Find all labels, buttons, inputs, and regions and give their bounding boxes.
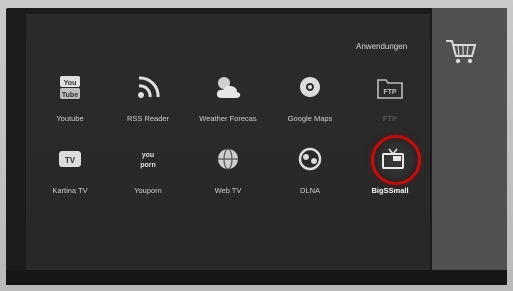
weather-icon	[212, 74, 244, 102]
app-label: Weather Forecas	[199, 114, 257, 123]
app-label: Youtube	[56, 114, 84, 123]
web-tv-icon	[212, 146, 244, 174]
section-title: Anwendungen	[356, 42, 408, 51]
dlna-icon	[294, 146, 326, 174]
app-label: Kartina TV	[52, 186, 88, 195]
rss-icon	[132, 74, 164, 102]
svg-text:FTP: FTP	[383, 89, 397, 96]
svg-text:You: You	[64, 80, 77, 87]
app-label: Web TV	[214, 186, 242, 195]
app-youporn[interactable]: you porn Youporn	[108, 146, 188, 206]
shopping-cart-icon[interactable]	[444, 36, 478, 66]
app-label: Google Maps	[287, 114, 333, 123]
svg-text:porn: porn	[140, 162, 156, 169]
app-label: BigSSmall	[371, 186, 409, 195]
app-label: DLNA	[299, 186, 320, 195]
svg-text:Tube: Tube	[62, 92, 78, 99]
bottom-strip	[6, 270, 507, 285]
app-youtube[interactable]: You Tube Youtube	[30, 74, 110, 134]
youtube-icon: You Tube	[54, 74, 86, 102]
app-label: RSS Reader	[126, 114, 170, 123]
ftp-folder-icon: FTP	[374, 74, 406, 102]
svg-text:TV: TV	[65, 156, 76, 165]
app-google-maps[interactable]: Google Maps	[270, 74, 350, 134]
app-kartina-tv[interactable]: TV Kartina TV	[30, 146, 110, 206]
app-dlna[interactable]: DLNA	[270, 146, 350, 206]
app-label: FTP	[382, 114, 398, 123]
globe-icon	[294, 74, 326, 102]
youporn-icon: you porn	[132, 146, 164, 174]
app-web-tv[interactable]: Web TV	[188, 146, 268, 206]
tv-icon: TV	[54, 146, 86, 174]
app-rss-reader[interactable]: RSS Reader	[108, 74, 188, 134]
app-ftp[interactable]: FTP FTP	[350, 74, 430, 134]
apps-menu-panel	[26, 14, 430, 270]
app-bigssmall[interactable]: BigSSmall	[350, 135, 430, 206]
app-label: Youporn	[134, 186, 162, 195]
svg-text:you: you	[142, 152, 154, 159]
tv-screen-icon	[377, 146, 409, 174]
app-weather-forecast[interactable]: Weather Forecas	[188, 74, 268, 134]
